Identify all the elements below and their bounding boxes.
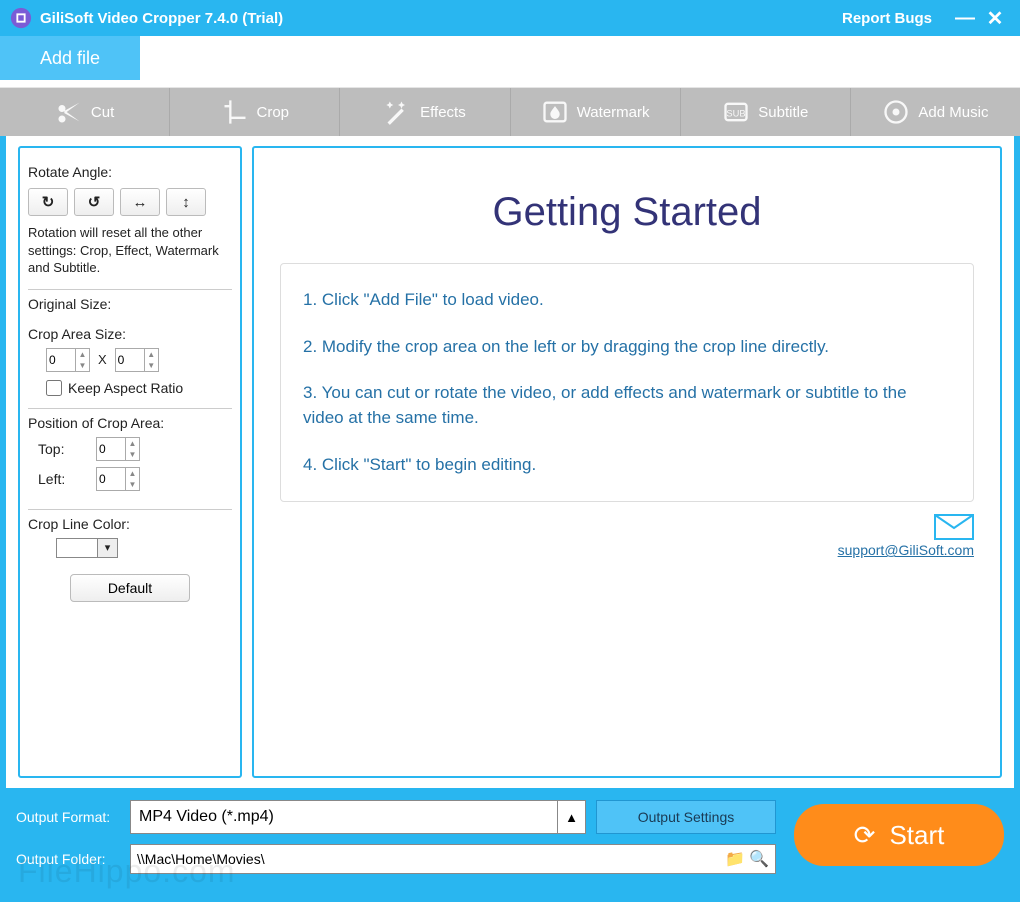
crop-icon [221,98,249,126]
music-icon [882,98,910,126]
flip-vertical-button[interactable]: ↕ [166,188,206,216]
crop-line-color-label: Crop Line Color: [28,516,232,532]
close-button[interactable]: ✕ [980,6,1010,31]
tab-watermark[interactable]: Watermark [511,88,681,136]
tab-cut[interactable]: Cut [0,88,170,136]
keep-aspect-ratio-checkbox[interactable]: Keep Aspect Ratio [46,380,232,396]
report-bugs-link[interactable]: Report Bugs [842,10,932,27]
crop-line-color-picker[interactable]: ▾ [56,538,232,558]
getting-started-title: Getting Started [280,190,974,235]
output-settings-button[interactable]: Output Settings [596,800,776,834]
folder-open-icon[interactable]: 📁 [725,849,745,869]
window-title: GiliSoft Video Cropper 7.4.0 (Trial) [40,10,842,27]
steps-box: 1. Click "Add File" to load video. 2. Mo… [280,263,974,502]
crop-area-size-label: Crop Area Size: [28,326,232,342]
start-button[interactable]: ⟳Start [794,804,1004,866]
position-crop-area-label: Position of Crop Area: [28,415,232,431]
rotate-hint: Rotation will reset all the other settin… [28,224,232,277]
rotate-ccw-button[interactable]: ↺ [74,188,114,216]
tab-add-music[interactable]: Add Music [851,88,1020,136]
output-folder-input[interactable]: 📁 🔍 [130,844,776,874]
tab-crop[interactable]: Crop [170,88,340,136]
left-label: Left: [38,471,88,487]
rotate-angle-label: Rotate Angle: [28,164,232,180]
x-separator: X [98,352,107,367]
magic-wand-icon [384,98,412,126]
toolbar: Cut Crop Effects Watermark SUBSubtitle A… [0,88,1020,136]
crop-width-input[interactable]: ▲▼ [46,348,90,372]
flip-horizontal-button[interactable]: ↔ [120,188,160,216]
crop-height-input[interactable]: ▲▼ [115,348,159,372]
step-1: 1. Click "Add File" to load video. [303,288,951,313]
chevron-up-icon[interactable]: ▲ [557,801,585,833]
default-button[interactable]: Default [70,574,190,602]
output-format-select[interactable]: MP4 Video (*.mp4)▲ [130,800,586,834]
bottom-bar: Output Format: MP4 Video (*.mp4)▲ Output… [0,788,1020,902]
crop-top-input[interactable]: ▲▼ [96,437,140,461]
mail-icon [934,514,974,540]
main-area: Getting Started 1. Click "Add File" to l… [252,146,1002,778]
add-file-button[interactable]: Add file [0,36,140,80]
minimize-button[interactable]: — [950,7,980,30]
step-4: 4. Click "Start" to begin editing. [303,453,951,478]
scissors-icon [55,98,83,126]
svg-text:SUB: SUB [727,109,746,119]
app-logo-icon [10,7,32,29]
original-size-label: Original Size: [28,296,232,312]
crop-side-panel: Rotate Angle: ↻ ↺ ↔ ↕ Rotation will rese… [18,146,242,778]
step-3: 3. You can cut or rotate the video, or a… [303,381,951,430]
crop-left-input[interactable]: ▲▼ [96,467,140,491]
titlebar: GiliSoft Video Cropper 7.4.0 (Trial) Rep… [0,0,1020,36]
output-folder-label: Output Folder: [16,851,120,867]
rotate-cw-button[interactable]: ↻ [28,188,68,216]
search-icon[interactable]: 🔍 [749,849,769,869]
subtitle-icon: SUB [722,98,750,126]
output-format-label: Output Format: [16,809,120,825]
drop-icon [541,98,569,126]
support-email-link[interactable]: support@GiliSoft.com [838,542,974,558]
step-2: 2. Modify the crop area on the left or b… [303,335,951,360]
refresh-icon: ⟳ [854,820,876,851]
file-tabs: Add file [0,36,1020,88]
tab-effects[interactable]: Effects [340,88,510,136]
chevron-down-icon[interactable]: ▾ [98,538,118,558]
tab-subtitle[interactable]: SUBSubtitle [681,88,851,136]
top-label: Top: [38,441,88,457]
